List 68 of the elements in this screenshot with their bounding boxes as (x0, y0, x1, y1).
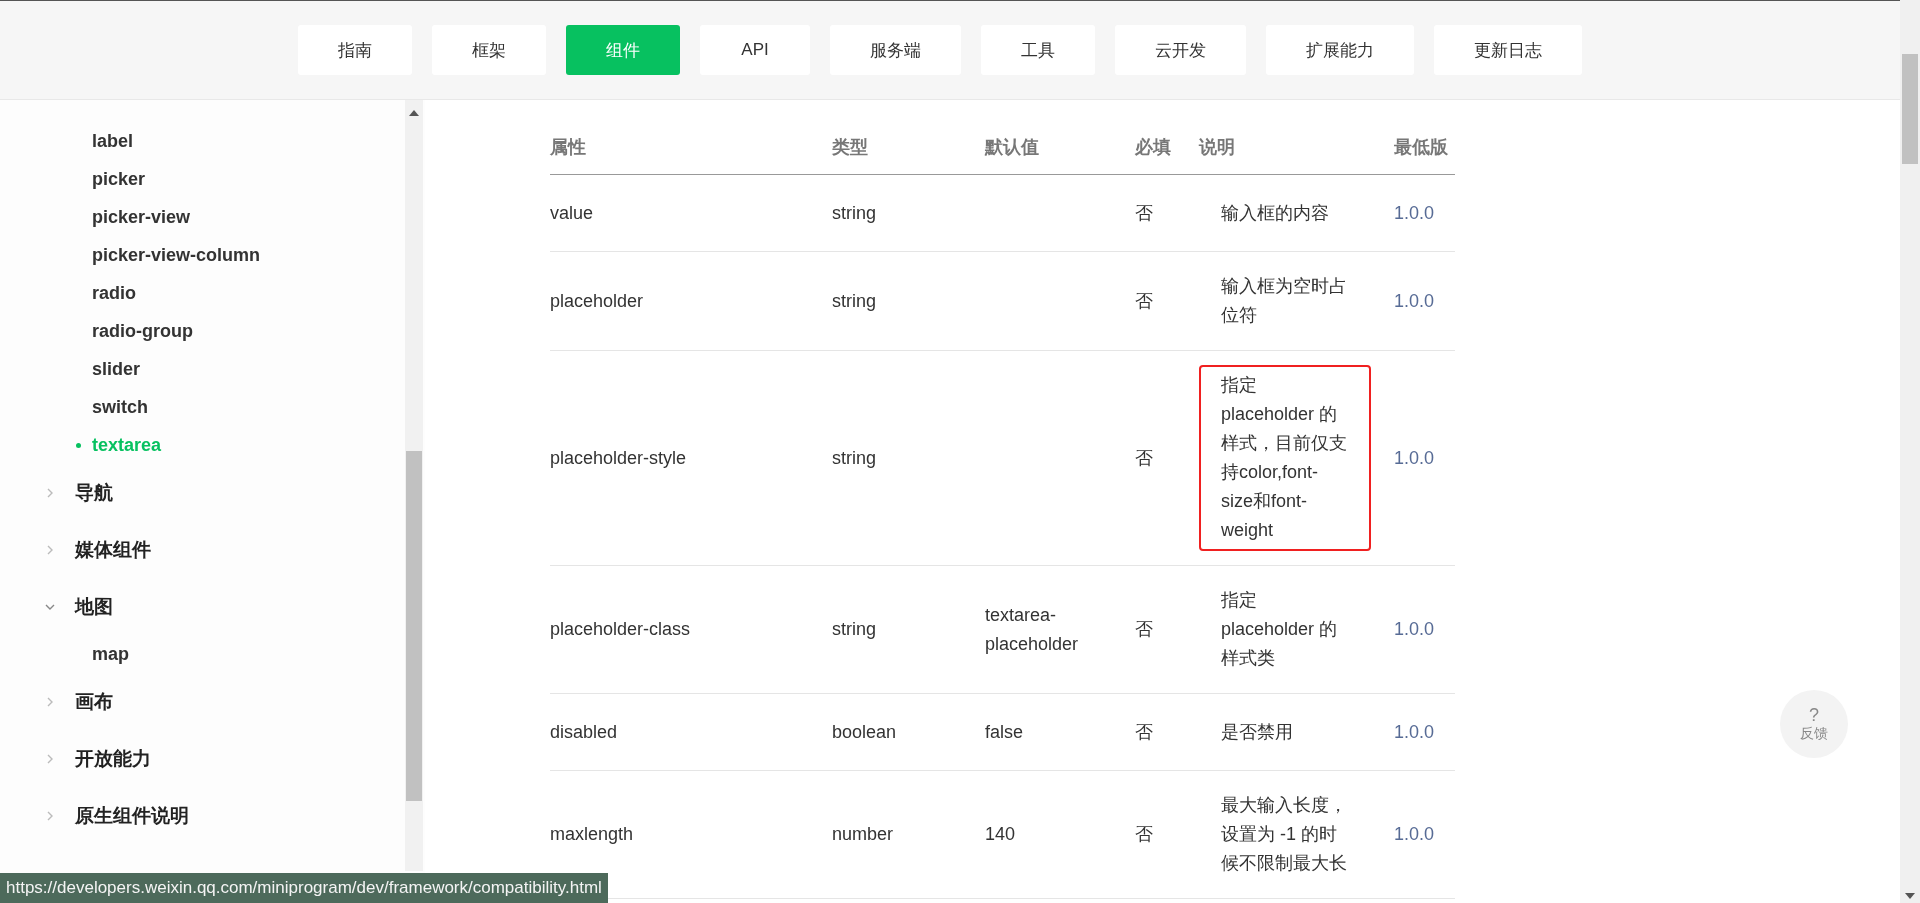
version-link[interactable]: 1.0.0 (1394, 619, 1435, 639)
table-cell-text: textarea-placeholder (985, 603, 1080, 656)
version-link[interactable]: 1.0.0 (1394, 824, 1435, 844)
sidebar-group[interactable]: 地图 (0, 578, 405, 635)
nav-tab[interactable]: 工具 (981, 25, 1095, 75)
nav-tab[interactable]: 更新日志 (1434, 25, 1582, 75)
nav-tab[interactable]: 扩展能力 (1266, 25, 1414, 75)
table-cell-text: 指定 placeholder 的样式类 (1221, 589, 1339, 670)
table-cell: number (832, 824, 894, 844)
nav-tab[interactable]: 框架 (432, 25, 546, 75)
table-cell: 否 (1135, 721, 1153, 742)
table-cell-text: 是否禁用 (1221, 720, 1294, 744)
table-cell: string (832, 290, 876, 311)
nav-tab[interactable]: API (700, 25, 810, 75)
scroll-down-icon[interactable] (1905, 893, 1915, 899)
sidebar-item[interactable]: picker-view-column (0, 236, 405, 274)
sidebar-group[interactable]: 开放能力 (0, 730, 405, 787)
sidebar-item[interactable]: slider (0, 350, 405, 388)
table-cell-text: false (985, 720, 1025, 744)
sidebar-item[interactable]: switch (0, 388, 405, 426)
version-link[interactable]: 1.0.0 (1394, 290, 1435, 311)
table-cell-text: 输入框的内容 (1221, 201, 1330, 225)
table-cell: 否 (1135, 202, 1153, 223)
table-cell: placeholder-class (550, 619, 691, 639)
sidebar-group[interactable]: 原生组件说明 (0, 787, 405, 844)
table-cell: placeholder (550, 290, 644, 311)
version-link[interactable]: 1.0.0 (1394, 202, 1435, 223)
sidebar-item[interactable]: label (0, 122, 405, 160)
table-cell: 否 (1135, 824, 1153, 844)
sidebar-item[interactable]: picker-view (0, 198, 405, 236)
nav-tab[interactable]: 指南 (298, 25, 412, 75)
table-cell: value (550, 202, 594, 223)
table-cell: 否 (1135, 290, 1153, 311)
table-cell: string (832, 619, 876, 639)
sidebar-group[interactable]: 画布 (0, 673, 405, 730)
scroll-up-icon[interactable] (409, 110, 419, 116)
scrollbar-thumb[interactable] (406, 451, 422, 801)
sidebar-group[interactable]: 导航 (0, 464, 405, 521)
column-header: 必填 (1135, 135, 1172, 159)
version-link[interactable]: 1.0.0 (1394, 447, 1435, 468)
sidebar-item[interactable]: radio-group (0, 312, 405, 350)
table-cell-text: 输入框为空时占位符 (1221, 275, 1347, 327)
table-cell-text: 指定 placeholder 的样式，目前仅支持color,font-size和font-weight (1221, 374, 1347, 542)
column-header: 最低版 (1394, 135, 1449, 159)
table-cell: 否 (1135, 447, 1153, 468)
table-cell: 否 (1135, 619, 1153, 639)
sidebar-item[interactable]: picker (0, 160, 405, 198)
status-bar-url: https://developers.weixin.qq.com/miniprogram/dev/framework/compatibility.html (0, 873, 608, 903)
bullet-icon (76, 443, 81, 448)
version-link[interactable]: 1.0.0 (1394, 721, 1435, 742)
table-cell: disabled (550, 721, 618, 742)
table-cell-text: 140 (985, 823, 1017, 846)
sidebar-item[interactable]: radio (0, 274, 405, 312)
column-header: 说明 (1199, 135, 1236, 159)
sidebar-group[interactable]: 媒体组件 (0, 521, 405, 578)
table-cell: string (832, 202, 876, 223)
column-header: 属性 (550, 135, 587, 159)
nav-tab[interactable]: 服务端 (830, 25, 961, 75)
table-cell: maxlength (550, 824, 634, 844)
sidebar-item[interactable]: map (0, 635, 405, 673)
scrollbar-thumb[interactable] (1902, 54, 1918, 164)
table-cell-text: 最大输入长度，设置为 -1 的时候不限制最大长 (1221, 794, 1347, 875)
column-header: 默认值 (985, 135, 1040, 159)
table-cell: string (832, 447, 876, 468)
table-cell: placeholder-style (550, 447, 687, 468)
nav-tab[interactable]: 云开发 (1115, 25, 1246, 75)
table-cell: boolean (832, 721, 897, 742)
column-header: 类型 (832, 135, 869, 159)
